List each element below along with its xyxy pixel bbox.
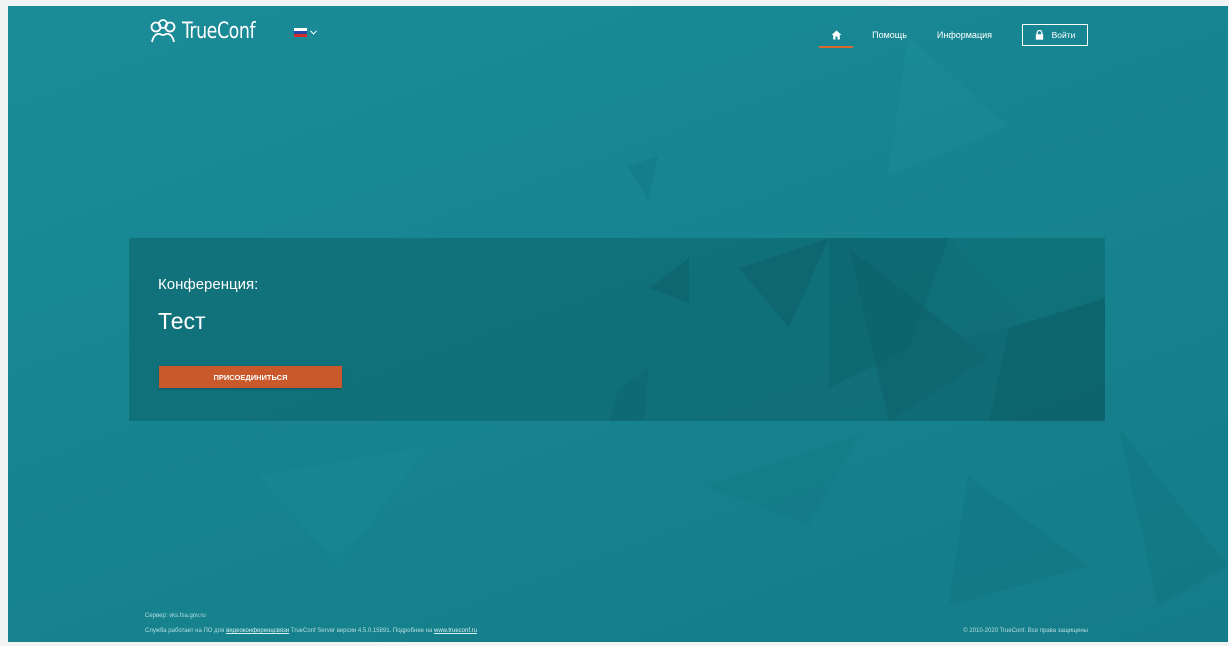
conference-banner: Конференция: Тест ПРИСОЕДИНИТЬСЯ	[129, 238, 1105, 421]
join-button[interactable]: ПРИСОЕДИНИТЬСЯ	[159, 366, 342, 388]
service-info: Служба работает на ПО для видеоконференц…	[145, 628, 477, 634]
trueconf-logo-icon	[150, 19, 176, 43]
language-selector[interactable]	[294, 28, 317, 37]
videoconferencing-link[interactable]: видеоконференцсвязи	[226, 628, 289, 634]
russian-flag-icon	[294, 28, 307, 37]
page: TrueConf Помощь Информация Войти Конфере…	[8, 6, 1228, 642]
chevron-down-icon	[310, 30, 317, 35]
nav-info-link[interactable]: Информация	[937, 30, 992, 40]
lock-icon	[1035, 30, 1043, 40]
flag-stripe-red	[294, 34, 307, 37]
copyright: © 2010-2020 TrueConf. Все права защищены	[963, 628, 1088, 634]
trueconf-logo[interactable]: TrueConf	[148, 16, 265, 46]
conference-name: Тест	[158, 308, 206, 334]
logo-text: TrueConf	[182, 18, 256, 44]
server-info: Сервер: vks.fsa.gov.ru	[145, 613, 206, 619]
service-info-middle: TrueConf Server версии 4.5.0.15891. Подр…	[289, 628, 434, 634]
login-button[interactable]: Войти	[1022, 24, 1088, 46]
nav-help-link[interactable]: Помощь	[872, 30, 907, 40]
trueconf-site-link[interactable]: www.trueconf.ru	[434, 628, 477, 634]
home-icon	[831, 30, 842, 40]
login-button-label: Войти	[1051, 30, 1076, 40]
top-nav: Помощь Информация Войти	[819, 22, 1088, 48]
service-info-prefix: Служба работает на ПО для	[145, 628, 227, 634]
nav-home[interactable]	[819, 22, 854, 48]
active-nav-underline	[819, 46, 854, 48]
conference-label: Конференция:	[158, 276, 259, 293]
banner-background-shapes	[609, 238, 1105, 421]
